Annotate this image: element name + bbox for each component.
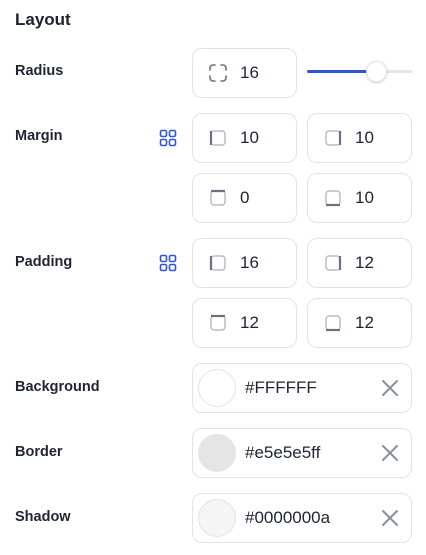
radius-value: 16 [240, 63, 259, 82]
shadow-swatch[interactable] [198, 499, 236, 537]
padding-bottom-input[interactable]: 12 [307, 298, 412, 348]
background-swatch[interactable] [198, 369, 236, 407]
padding-top-value: 12 [240, 313, 259, 332]
border-color-input[interactable]: #e5e5e5ff [192, 428, 412, 478]
side-right-icon [325, 130, 342, 146]
margin-left-input[interactable]: 10 [192, 113, 297, 163]
padding-bottom-value: 12 [355, 313, 374, 332]
close-icon[interactable] [379, 507, 401, 529]
border-swatch[interactable] [198, 434, 236, 472]
shadow-label: Shadow [15, 509, 71, 525]
radius-input[interactable]: 16 [192, 48, 297, 98]
padding-right-value: 12 [355, 253, 374, 272]
margin-left-value: 10 [240, 128, 259, 147]
corner-radius-icon [209, 64, 227, 82]
margin-bottom-value: 10 [355, 188, 374, 207]
padding-top-input[interactable]: 12 [192, 298, 297, 348]
shadow-color-input[interactable]: #0000000a [192, 493, 412, 543]
close-icon[interactable] [379, 377, 401, 399]
side-top-icon [210, 314, 226, 331]
side-top-icon [210, 189, 226, 206]
background-label: Background [15, 379, 100, 395]
padding-left-value: 16 [240, 253, 259, 272]
link-sides-icon[interactable] [159, 129, 177, 147]
side-left-icon [209, 130, 226, 146]
side-left-icon [209, 255, 226, 271]
margin-right-input[interactable]: 10 [307, 113, 412, 163]
side-bottom-icon [325, 315, 341, 332]
border-label: Border [15, 444, 63, 460]
radius-label: Radius [15, 63, 64, 79]
radius-slider[interactable] [307, 60, 412, 82]
background-color-input[interactable]: #FFFFFF [192, 363, 412, 413]
shadow-hex: #0000000a [245, 508, 331, 527]
margin-label: Margin [15, 128, 63, 144]
margin-top-value: 0 [240, 188, 250, 207]
close-icon[interactable] [379, 442, 401, 464]
link-sides-icon[interactable] [159, 254, 177, 272]
padding-label: Padding [15, 254, 73, 270]
border-hex: #e5e5e5ff [245, 443, 321, 462]
padding-left-input[interactable]: 16 [192, 238, 297, 288]
padding-right-input[interactable]: 12 [307, 238, 412, 288]
section-title: Layout [15, 10, 71, 29]
margin-right-value: 10 [355, 128, 374, 147]
margin-bottom-input[interactable]: 10 [307, 173, 412, 223]
side-bottom-icon [325, 190, 341, 207]
side-right-icon [325, 255, 342, 271]
background-hex: #FFFFFF [245, 378, 317, 397]
slider-thumb[interactable] [366, 61, 388, 82]
margin-top-input[interactable]: 0 [192, 173, 297, 223]
